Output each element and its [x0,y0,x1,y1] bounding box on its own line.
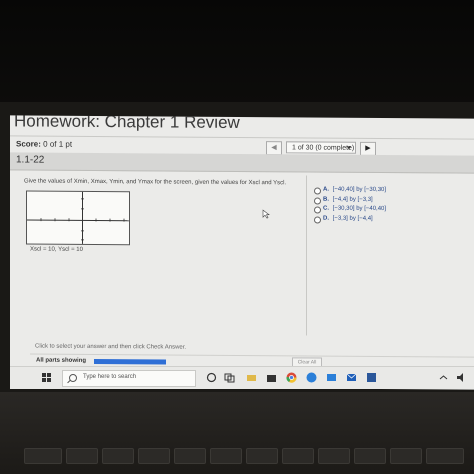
question-header: 1.1-22 [10,152,474,174]
option-text: [−3,3] by [−4,4] [332,215,373,222]
parts-progress-fill [94,358,166,365]
keyboard-key [318,448,350,464]
edge-icon[interactable] [306,372,317,383]
score: Score: 0 of 1 pt [16,139,72,148]
keyboard-key [354,448,386,464]
cortana-icon[interactable] [206,372,217,383]
option-text: [−40,40] by [−30,30] [332,186,387,194]
photos-icon[interactable] [326,372,337,383]
page-title: Homework: Chapter 1 Review [14,115,240,132]
previous-question-button[interactable]: ◀ [266,141,282,156]
search-icon [69,374,77,382]
option-letter: C. [323,205,329,212]
option-a[interactable]: A. [−40,40] by [−30,30] [314,187,386,197]
progress-text: 1 of 30 (0 complete) [292,144,355,152]
word-icon[interactable] [366,372,377,383]
keyboard-key [102,448,134,464]
keyboard-key [282,448,314,464]
folder-icon[interactable] [246,372,257,383]
score-bar: Score: 0 of 1 pt ◀ 1 of 30 (0 complete) … [10,135,474,156]
task-view-icon[interactable] [224,372,235,383]
answer-options: A. [−40,40] by [−30,30] B. [−4,4] by [−3… [314,187,386,226]
mail-icon[interactable] [346,372,357,383]
keyboard-key [426,448,464,464]
search-placeholder: Type here to search [83,374,137,380]
option-d[interactable]: D. [−3,3] by [−4,4] [314,215,386,225]
option-letter: D. [323,215,329,222]
chrome-icon[interactable] [286,372,297,383]
calculator-graph-screen [26,190,130,246]
graph-caption: Xscl = 10, Yscl = 10 [30,246,83,253]
laptop-screen: Homework: Chapter 1 Review Score: 0 of 1… [10,115,474,390]
next-question-button[interactable]: ▶ [360,141,376,156]
keyboard-key [210,448,242,464]
parts-label: All parts showing [36,357,87,364]
keyboard-key [66,448,98,464]
option-b[interactable]: B. [−4,4] by [−3,3] [314,196,386,206]
option-text: [−4,4] by [−3,3] [332,196,373,203]
windows-start-icon[interactable] [42,373,52,383]
windows-taskbar: Type here to search [10,366,474,389]
keyboard-key [390,448,422,464]
score-value: 0 of 1 pt [43,139,73,149]
option-letter: A. [323,186,329,193]
chevron-down-icon: ▼ [346,145,352,152]
keyboard-key [174,448,206,464]
question-prompt: Give the values of Xmin, Xmax, Ymin, and… [24,178,287,187]
option-text: [−30,30] by [−40,40] [332,205,387,213]
radio-button[interactable] [314,197,321,205]
taskbar-search-box[interactable]: Type here to search [62,370,196,387]
keyboard-key [24,448,62,464]
photo-frame: Homework: Chapter 1 Review Score: 0 of 1… [0,0,474,474]
volume-icon[interactable] [456,372,467,383]
graph-ticks [40,198,125,241]
radio-button[interactable] [314,187,321,195]
parts-progress-bar [94,358,166,365]
mouse-cursor-icon [262,209,270,219]
radio-button[interactable] [314,216,321,224]
question-number: 1.1-22 [16,154,45,166]
instruction-text: Click to select your answer and then cli… [35,343,187,351]
option-letter: B. [323,196,329,203]
panel-divider [306,175,307,336]
question-progress-select[interactable]: 1 of 30 (0 complete) ▼ [286,141,356,154]
chevron-up-icon[interactable] [438,372,449,383]
score-label: Score: [16,139,41,149]
keyboard-key [138,448,170,464]
store-icon[interactable] [266,372,277,383]
keyboard-key [246,448,278,464]
radio-button[interactable] [314,206,321,214]
option-c[interactable]: C. [−30,30] by [−40,40] [314,206,386,216]
